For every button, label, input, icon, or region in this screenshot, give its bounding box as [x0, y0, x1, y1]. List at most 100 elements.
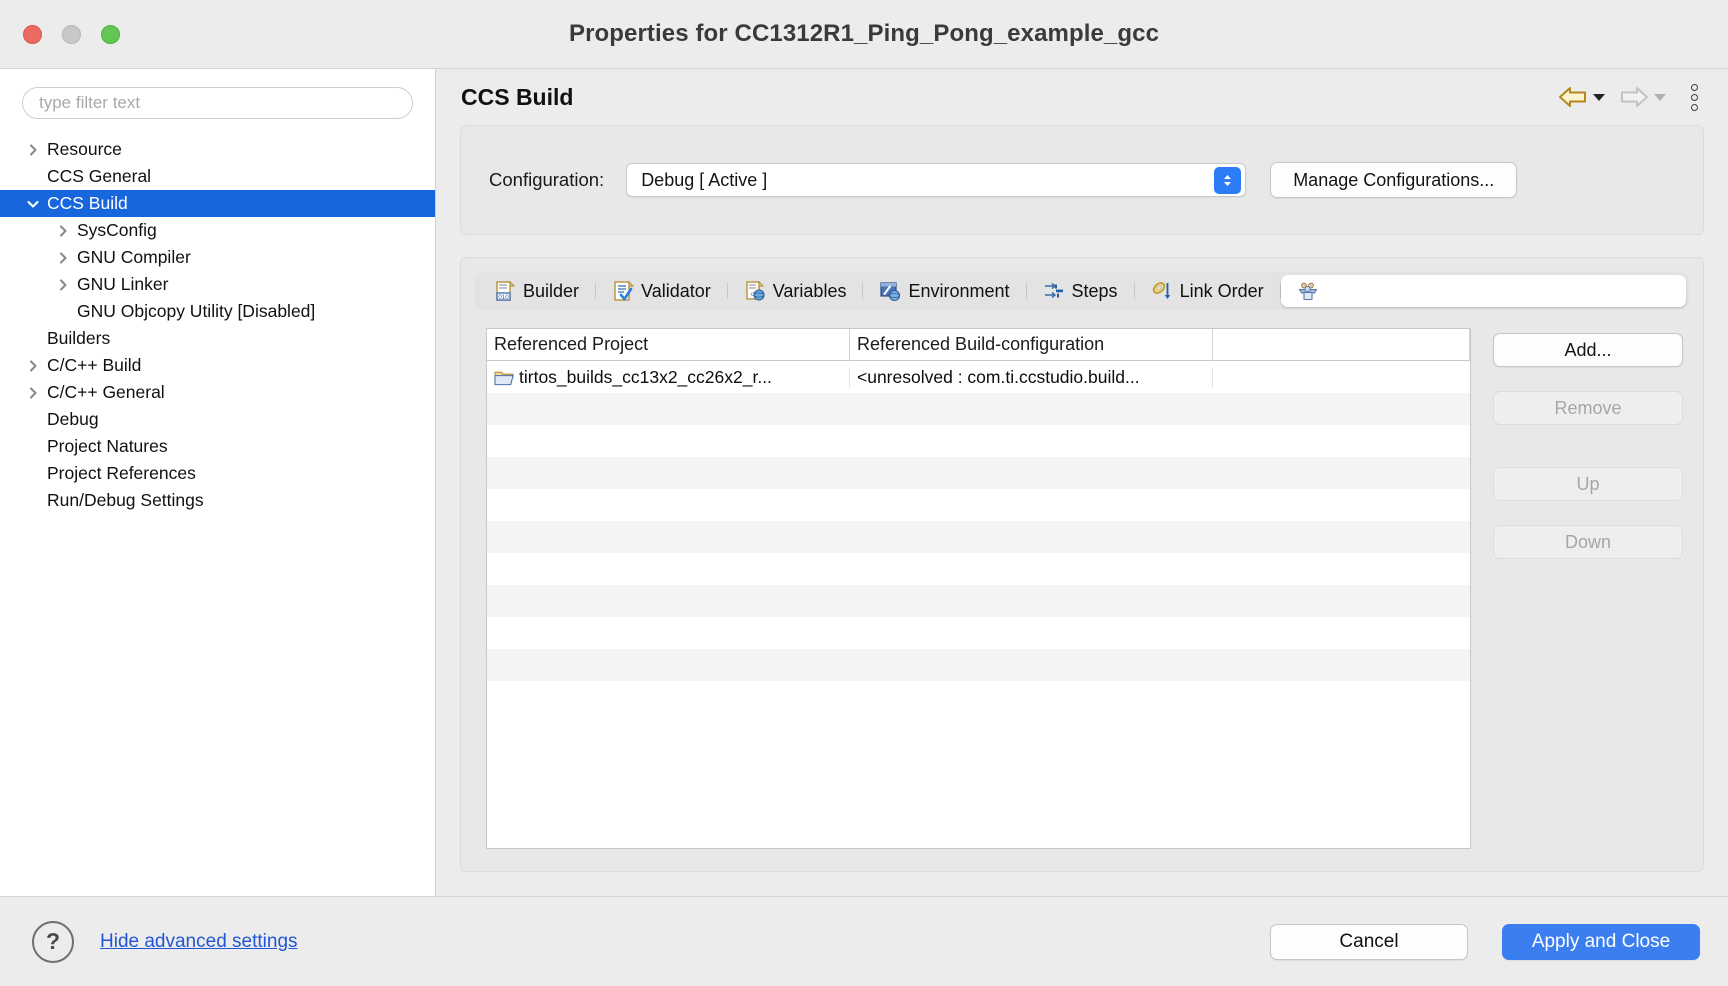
kebab-dot: [1691, 83, 1698, 91]
table-row-empty[interactable]: [487, 681, 1470, 713]
tab-environment[interactable]: Environment: [863, 275, 1025, 307]
up-button: Up: [1493, 467, 1683, 501]
table-row-empty[interactable]: [487, 489, 1470, 521]
variables-icon: o: [746, 280, 765, 301]
table-row-empty[interactable]: [487, 553, 1470, 585]
sidebar-item-label: GNU Compiler: [77, 246, 191, 267]
back-arrow-icon: [1559, 87, 1586, 107]
configuration-select[interactable]: Debug [ Active ]: [626, 163, 1247, 197]
manage-configurations-button[interactable]: Manage Configurations...: [1270, 162, 1518, 198]
dialog-footer: ? Hide advanced settings Cancel Apply an…: [0, 896, 1728, 986]
forward-dropdown-caret[interactable]: [1654, 93, 1666, 101]
tab-label: Builder: [523, 280, 580, 301]
table-column-header[interactable]: [1213, 329, 1470, 360]
filter-row: [0, 87, 435, 119]
table-column-header[interactable]: Referenced Project: [487, 329, 850, 360]
sidebar-item-project-natures[interactable]: Project Natures: [0, 433, 435, 460]
chevron-right-icon[interactable]: [55, 277, 71, 293]
back-dropdown-caret[interactable]: [1593, 93, 1605, 101]
table-row-empty[interactable]: [487, 425, 1470, 457]
tab-dependencies[interactable]: [1280, 275, 1686, 307]
sidebar-item-ccs-general[interactable]: CCS General: [0, 163, 435, 190]
references-table: Referenced Project Referenced Build-confi…: [486, 328, 1471, 849]
panel-header: CCS Build: [436, 69, 1728, 125]
sidebar-item-label: Project Natures: [47, 435, 168, 456]
apply-and-close-button[interactable]: Apply and Close: [1502, 923, 1700, 960]
panel-nav-icons: [1551, 83, 1710, 111]
tab-label: Steps: [1071, 280, 1118, 301]
table-body: tirtos_builds_cc13x2_cc26x2_r... <unresol…: [487, 361, 1470, 848]
cancel-button[interactable]: Cancel: [1270, 923, 1468, 960]
properties-dialog: Properties for CC1312R1_Ping_Pong_exampl…: [0, 0, 1728, 986]
svg-text:010: 010: [498, 294, 509, 301]
folder-icon: [494, 371, 514, 385]
tab-steps[interactable]: Steps: [1027, 275, 1134, 307]
settings-tree: Resource CCS General CCS Build SysConfig GNU…: [0, 136, 435, 514]
chevron-right-icon[interactable]: [25, 385, 41, 401]
build-settings-card: 010 Builder Validator o Variables Environment…: [460, 257, 1704, 872]
chevron-right-icon[interactable]: [25, 142, 41, 158]
table-column-header[interactable]: Referenced Build-configuration: [850, 329, 1213, 360]
tab-builder[interactable]: 010 Builder: [478, 275, 595, 307]
sidebar-item-label: SysConfig: [77, 219, 157, 240]
add-button[interactable]: Add...: [1493, 333, 1683, 367]
link-order-icon: [1152, 282, 1170, 299]
table-row-empty[interactable]: [487, 393, 1470, 425]
panel-menu-button[interactable]: [1673, 83, 1710, 111]
table-row-empty[interactable]: [487, 585, 1470, 617]
chevron-right-icon[interactable]: [55, 223, 71, 239]
sidebar-item-debug[interactable]: Debug: [0, 406, 435, 433]
table-row[interactable]: tirtos_builds_cc13x2_cc26x2_r... <unresol…: [487, 361, 1470, 393]
table-row-empty[interactable]: [487, 521, 1470, 553]
sidebar-item-gnu-objcopy-utility-disabled[interactable]: GNU Objcopy Utility [Disabled]: [0, 298, 435, 325]
back-button[interactable]: [1551, 85, 1612, 109]
chevron-right-icon[interactable]: [55, 250, 71, 266]
maximize-window-button[interactable]: [101, 25, 120, 44]
tab-variables[interactable]: o Variables: [728, 275, 863, 307]
environment-icon: [880, 282, 901, 302]
sidebar-item-resource[interactable]: Resource: [0, 136, 435, 163]
chevron-down-icon[interactable]: [25, 196, 41, 212]
tab-validator[interactable]: Validator: [596, 275, 727, 307]
page-title: CCS Build: [461, 83, 574, 110]
sidebar-item-c-c-general[interactable]: C/C++ General: [0, 379, 435, 406]
validator-icon: [614, 280, 635, 301]
minimize-window-button[interactable]: [62, 25, 81, 44]
hide-advanced-settings-link[interactable]: Hide advanced settings: [100, 931, 298, 953]
chevron-right-icon[interactable]: [25, 358, 41, 374]
sidebar-item-c-c-build[interactable]: C/C++ Build: [0, 352, 435, 379]
configuration-label: Configuration:: [489, 169, 605, 190]
sidebar-item-gnu-linker[interactable]: GNU Linker: [0, 271, 435, 298]
close-window-button[interactable]: [23, 25, 42, 44]
sidebar-item-label: Project References: [47, 462, 196, 483]
sidebar-item-label: CCS General: [47, 165, 152, 186]
table-row-empty[interactable]: [487, 617, 1470, 649]
sidebar-item-run-debug-settings[interactable]: Run/Debug Settings: [0, 487, 435, 514]
configuration-stepper-icon[interactable]: [1214, 167, 1242, 194]
sidebar-item-label: Run/Debug Settings: [47, 489, 204, 510]
title-bar: Properties for CC1312R1_Ping_Pong_exampl…: [0, 0, 1728, 69]
sidebar-item-project-references[interactable]: Project References: [0, 460, 435, 487]
forward-arrow-icon: [1621, 87, 1648, 107]
tab-link-order[interactable]: Link Order: [1135, 275, 1280, 307]
sidebar-item-builders[interactable]: Builders: [0, 325, 435, 352]
down-button: Down: [1493, 525, 1683, 559]
forward-button[interactable]: [1612, 85, 1673, 109]
sidebar-item-label: C/C++ General: [47, 381, 165, 402]
kebab-dot: [1691, 93, 1698, 101]
table-row-empty[interactable]: [487, 649, 1470, 681]
filter-input[interactable]: [22, 87, 413, 119]
sidebar-item-gnu-compiler[interactable]: GNU Compiler: [0, 244, 435, 271]
tab-label: Link Order: [1179, 280, 1264, 301]
help-icon[interactable]: ?: [32, 920, 74, 963]
sidebar-item-sysconfig[interactable]: SysConfig: [0, 217, 435, 244]
sidebar-item-ccs-build[interactable]: CCS Build: [0, 190, 435, 217]
table-row-empty[interactable]: [487, 457, 1470, 489]
dialog-body: Resource CCS General CCS Build SysConfig GNU…: [0, 69, 1728, 896]
